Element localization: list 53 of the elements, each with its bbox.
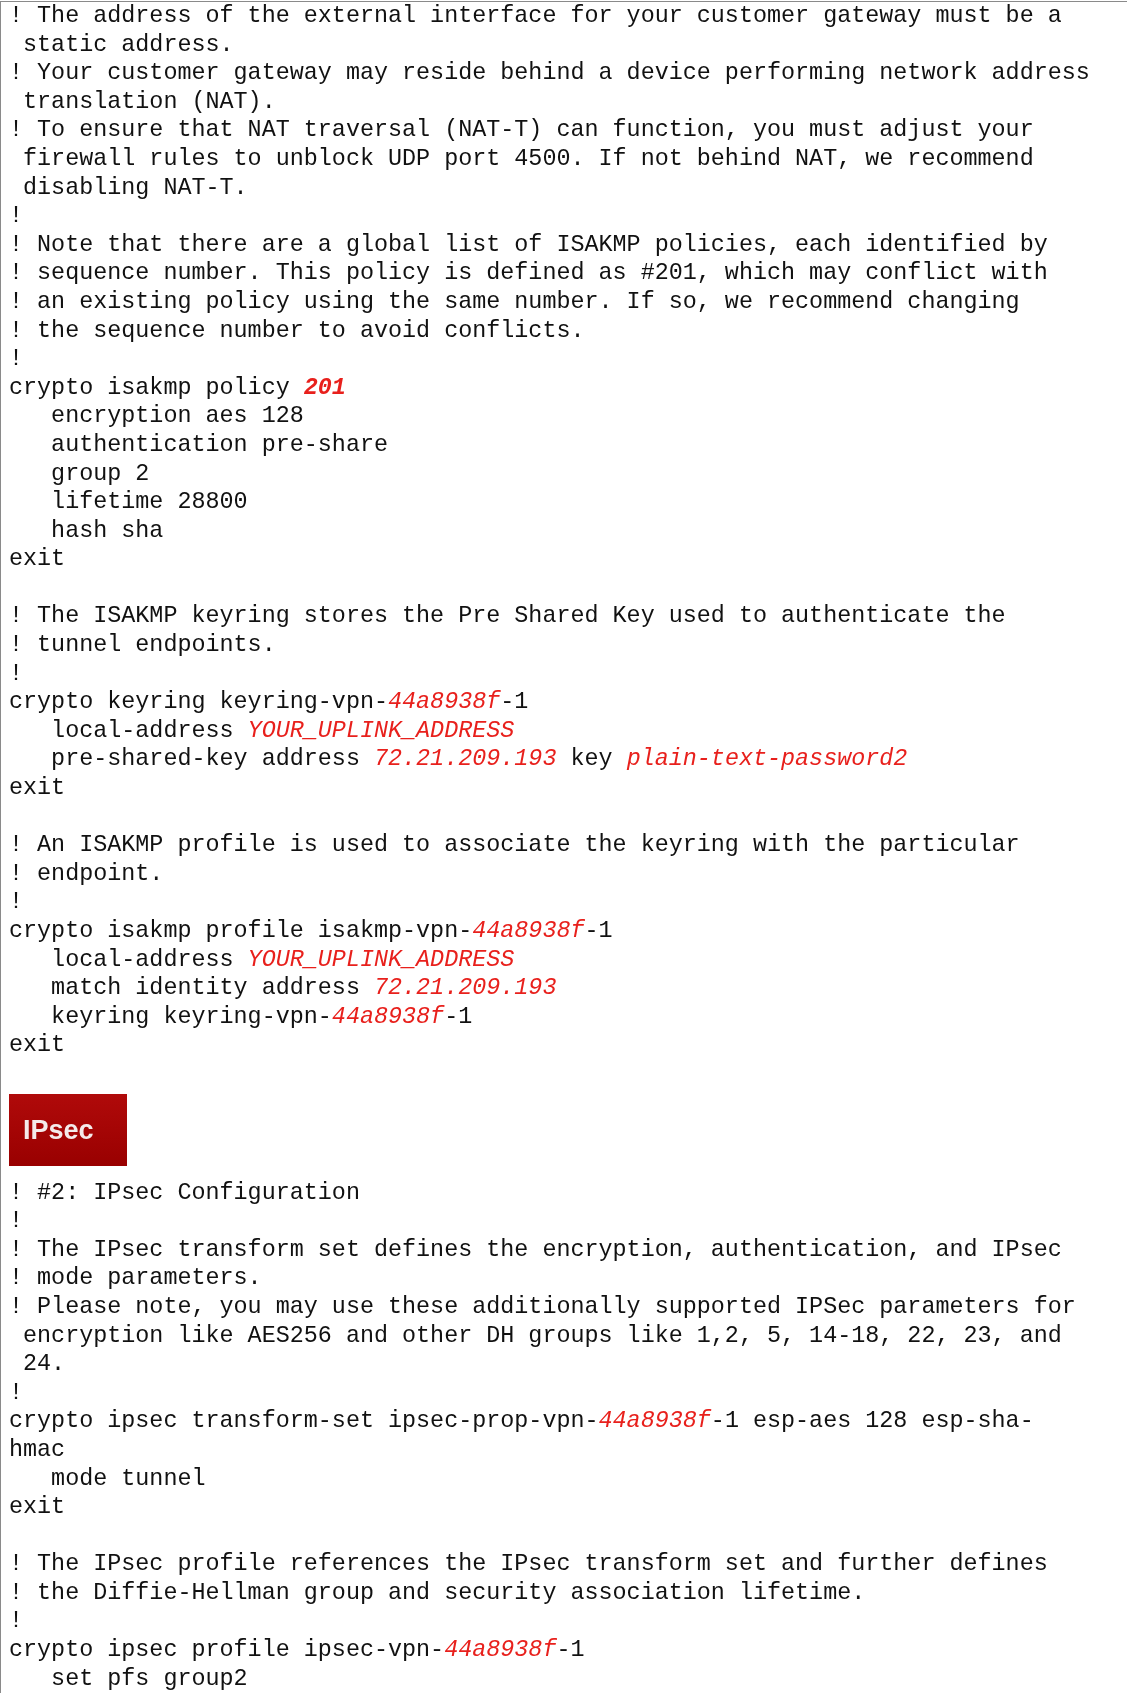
- code-line: ! an existing policy using the same number. If so, we recommend changing: [9, 287, 1021, 317]
- code-line: ! The ISAKMP keyring stores the Pre Shared Key used to authenticate the: [9, 602, 1007, 632]
- code-line: ! Note that there are a global list of ISAKMP policies, each identified by: [9, 230, 1049, 260]
- code-line: set pfs group2: [50, 1664, 249, 1694]
- code-line: !: [9, 888, 25, 917]
- code-line: crypto ipsec profile ipsec-vpn-44a8938f-1: [9, 1636, 586, 1665]
- code-line: local-address YOUR_UPLINK_ADDRESS: [50, 716, 516, 746]
- code-line: !: [9, 1378, 25, 1408]
- code-line: firewall rules to unblock UDP port 4500. If not behind NAT, we recommend: [22, 144, 1035, 174]
- code-line: !: [9, 1607, 25, 1637]
- code-line: encryption like AES256 and other DH groups like 1,2, 5, 14-18, 22, 23, and: [22, 1321, 1063, 1351]
- code-line: !: [9, 1207, 25, 1236]
- code-line: 24.: [22, 1350, 67, 1379]
- code-line: ! #2: IPsec Configuration: [9, 1178, 361, 1208]
- code-line: ! To ensure that NAT traversal (NAT-T) can function, you must adjust your: [9, 116, 1035, 145]
- code-line: crypto isakmp profile isakmp-vpn-44a8938f-1: [9, 917, 614, 946]
- section-logo: IPsec: [9, 1093, 127, 1166]
- code-line: !: [9, 202, 25, 231]
- code-line: local-address YOUR_UPLINK_ADDRESS: [50, 945, 516, 975]
- code-line: ! endpoint.: [9, 859, 165, 889]
- code-line: authentication pre-share: [50, 430, 389, 460]
- code-line: keyring keyring-vpn-44a8938f-1: [50, 1002, 474, 1032]
- code-line: ! Your customer gateway may reside behind a device performing network address: [9, 59, 1091, 88]
- code-line: crypto isakmp policy 201: [9, 373, 347, 403]
- code-line: !: [9, 659, 25, 689]
- code-line: pre-shared-key address 72.21.209.193 key plain-text-password2: [50, 745, 909, 775]
- code-line: static address.: [22, 30, 235, 60]
- code-line: crypto keyring keyring-vpn-44a8938f-1: [9, 688, 530, 717]
- code-line: match identity address 72.21.209.193: [50, 974, 558, 1003]
- code-line: ! The IPsec transform set defines the encryption, authentication, and IPsec: [9, 1235, 1063, 1265]
- code-line: ! sequence number. This policy is defined as #201, which may conflict with: [9, 259, 1049, 288]
- code-line: mode tunnel: [50, 1464, 207, 1494]
- code-line: disabling NAT-T.: [22, 173, 249, 203]
- code-line: exit: [9, 1031, 67, 1060]
- code-line: group 2: [50, 459, 151, 489]
- code-line: lifetime 28800: [50, 488, 249, 517]
- code-line: crypto ipsec transform-set ipsec-prop-vpn-44a8938f-1 esp-aes 128 esp-sha-: [9, 1407, 1035, 1436]
- code-line: ! mode parameters.: [9, 1264, 263, 1293]
- code-line: hmac: [9, 1435, 67, 1465]
- code-line: ! The IPsec profile references the IPsec transform set and further defines: [9, 1550, 1049, 1579]
- code-line: exit: [9, 1493, 67, 1522]
- code-line: translation (NAT).: [22, 87, 277, 117]
- code-line: ! the sequence number to avoid conflicts.: [9, 316, 586, 346]
- code-line: ! An ISAKMP profile is used to associate the keyring with the particular: [9, 831, 1021, 860]
- code-line: exit: [9, 545, 67, 574]
- code-line: ! Please note, you may use these additionally supported IPSec parameters for: [9, 1292, 1077, 1322]
- code-line: ! The address of the external interface for your customer gateway must be a: [9, 2, 1063, 31]
- code-line: exit: [9, 774, 67, 803]
- code-line: hash sha: [50, 516, 165, 546]
- code-line: ! tunnel endpoints.: [9, 631, 277, 660]
- code-line: !: [9, 345, 25, 374]
- code-line: ! the Diffie-Hellman group and security association lifetime.: [9, 1578, 867, 1608]
- code-line: encryption aes 128: [50, 402, 305, 431]
